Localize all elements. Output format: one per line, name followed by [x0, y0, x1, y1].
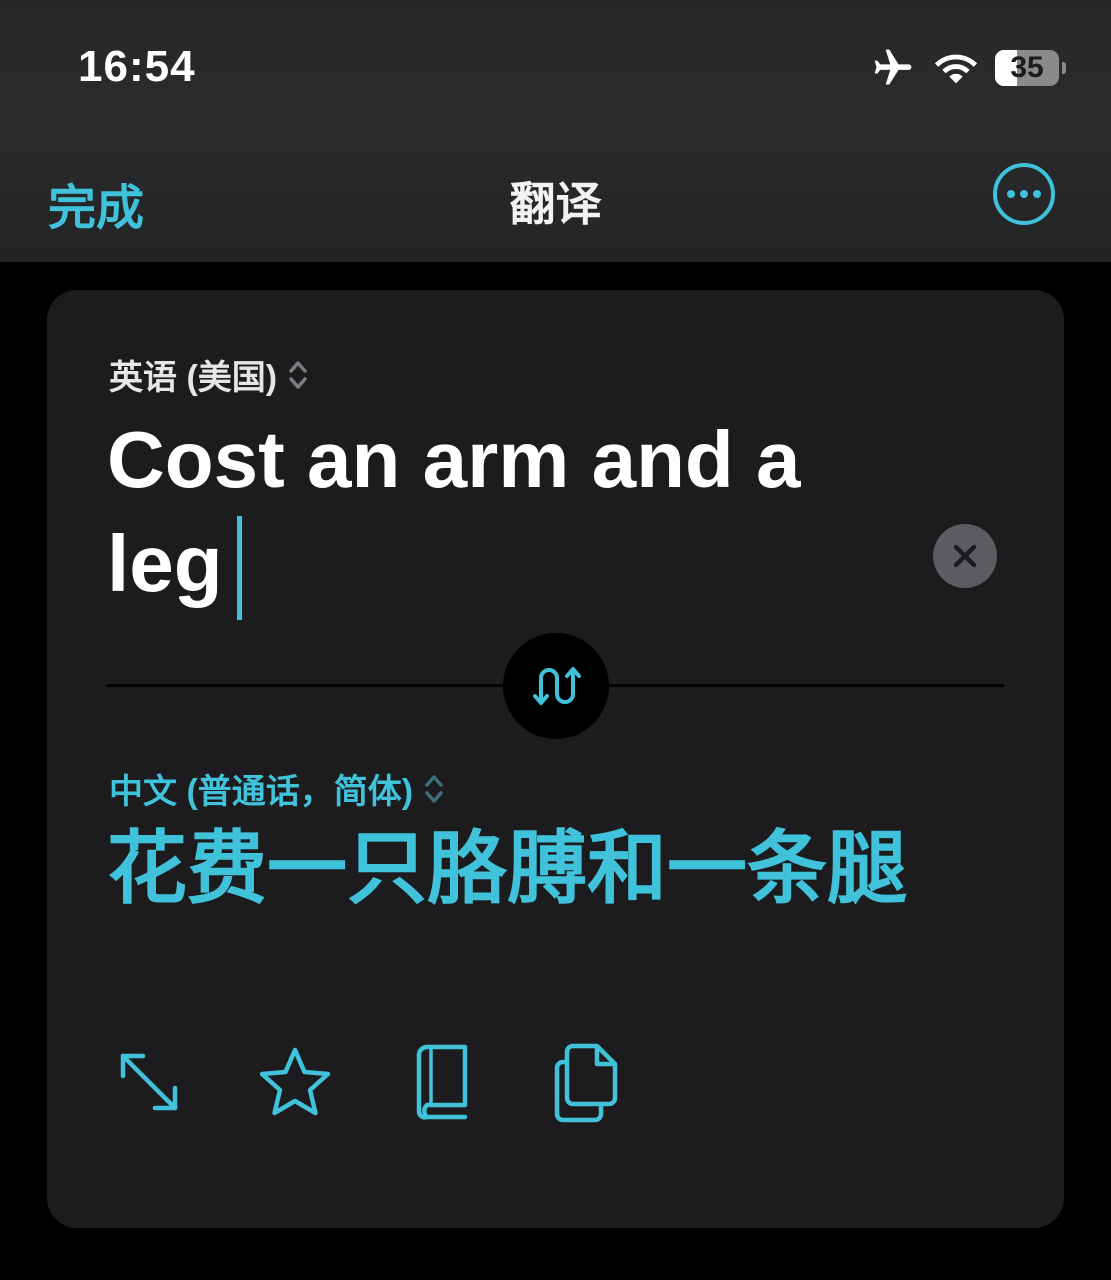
chevron-up-down-icon	[425, 774, 443, 803]
target-language-selector[interactable]: 中文 (普通话，简体)	[109, 764, 445, 813]
source-text: Cost an arm and a leg	[107, 415, 801, 608]
target-language-label: 中文 (普通话，简体)	[109, 773, 414, 811]
copy-button[interactable]	[547, 1042, 627, 1123]
expand-icon	[120, 1053, 178, 1111]
source-language-selector[interactable]: 英语 (美国)	[109, 350, 309, 399]
copy-icon	[554, 1043, 618, 1123]
dictionary-book-icon	[416, 1044, 468, 1120]
expand-button[interactable]	[109, 1042, 189, 1122]
wifi-icon	[934, 54, 978, 84]
source-language-label: 英语 (美国)	[109, 359, 278, 397]
translated-text: 花费一只胳膊和一条腿	[107, 824, 907, 913]
page-title: 翻译	[509, 178, 602, 230]
text-cursor	[236, 516, 242, 620]
translation-card: 英语 (美国) Cost an arm and a leg 中文 (普通话，简体…	[47, 290, 1064, 1228]
source-text-input[interactable]: Cost an arm and a leg	[107, 408, 867, 620]
swap-languages-button[interactable]	[503, 633, 609, 739]
clear-text-button[interactable]	[933, 524, 997, 588]
battery-level: 35	[1010, 51, 1044, 84]
more-options-button[interactable]	[992, 162, 1056, 226]
close-icon	[953, 544, 977, 568]
favorite-button[interactable]	[255, 1042, 335, 1122]
chevron-up-down-icon	[289, 360, 307, 389]
airplane-mode-icon	[874, 49, 912, 85]
navigation-header: 16:54 35 完成 翻译	[0, 0, 1111, 262]
ellipsis-circle-icon	[993, 163, 1055, 225]
status-time: 16:54	[78, 42, 196, 91]
favorite-star-icon	[259, 1047, 331, 1116]
dictionary-button[interactable]	[401, 1042, 481, 1122]
swap-arrows-icon	[533, 667, 581, 705]
battery-icon: 35	[995, 50, 1066, 86]
